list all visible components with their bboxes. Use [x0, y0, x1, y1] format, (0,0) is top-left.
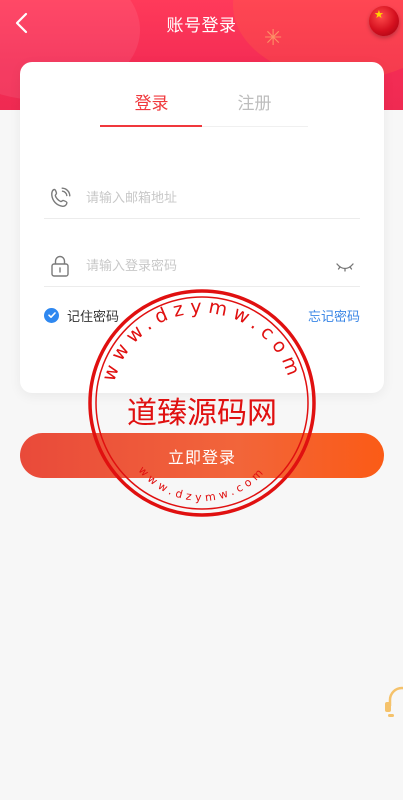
back-button[interactable]	[6, 8, 36, 38]
lock-icon	[46, 252, 74, 280]
tab-login[interactable]: 登录	[100, 86, 203, 128]
password-input[interactable]	[84, 257, 328, 275]
login-button[interactable]: 立即登录	[20, 433, 384, 478]
password-field	[44, 246, 360, 287]
eye-closed-icon[interactable]	[334, 256, 356, 276]
watermark-center-text: 道臻源码网	[127, 396, 277, 431]
tab-bar: 登录 注册	[100, 86, 306, 128]
top-bar: 账号登录 ★	[0, 0, 403, 46]
remember-row: 记住密码 忘记密码	[44, 305, 360, 325]
forgot-password-link[interactable]: 忘记密码	[308, 306, 360, 325]
email-field	[44, 178, 360, 219]
remember-checkbox[interactable]	[44, 307, 59, 323]
login-card: 登录 注册 请输入邮箱地址 记住密码 忘记密码	[20, 62, 384, 393]
phone-icon	[46, 184, 74, 212]
chevron-left-icon	[15, 12, 28, 34]
remember-label: 记住密码	[67, 309, 120, 325]
tab-divider	[202, 126, 308, 127]
tab-register[interactable]: 注册	[203, 86, 306, 128]
check-icon	[47, 312, 56, 318]
flag-icon[interactable]: ★	[369, 6, 399, 36]
headset-icon[interactable]	[376, 680, 403, 724]
email-input[interactable]	[84, 189, 328, 207]
active-tab-indicator	[100, 125, 202, 127]
page-title: 账号登录	[166, 15, 237, 36]
